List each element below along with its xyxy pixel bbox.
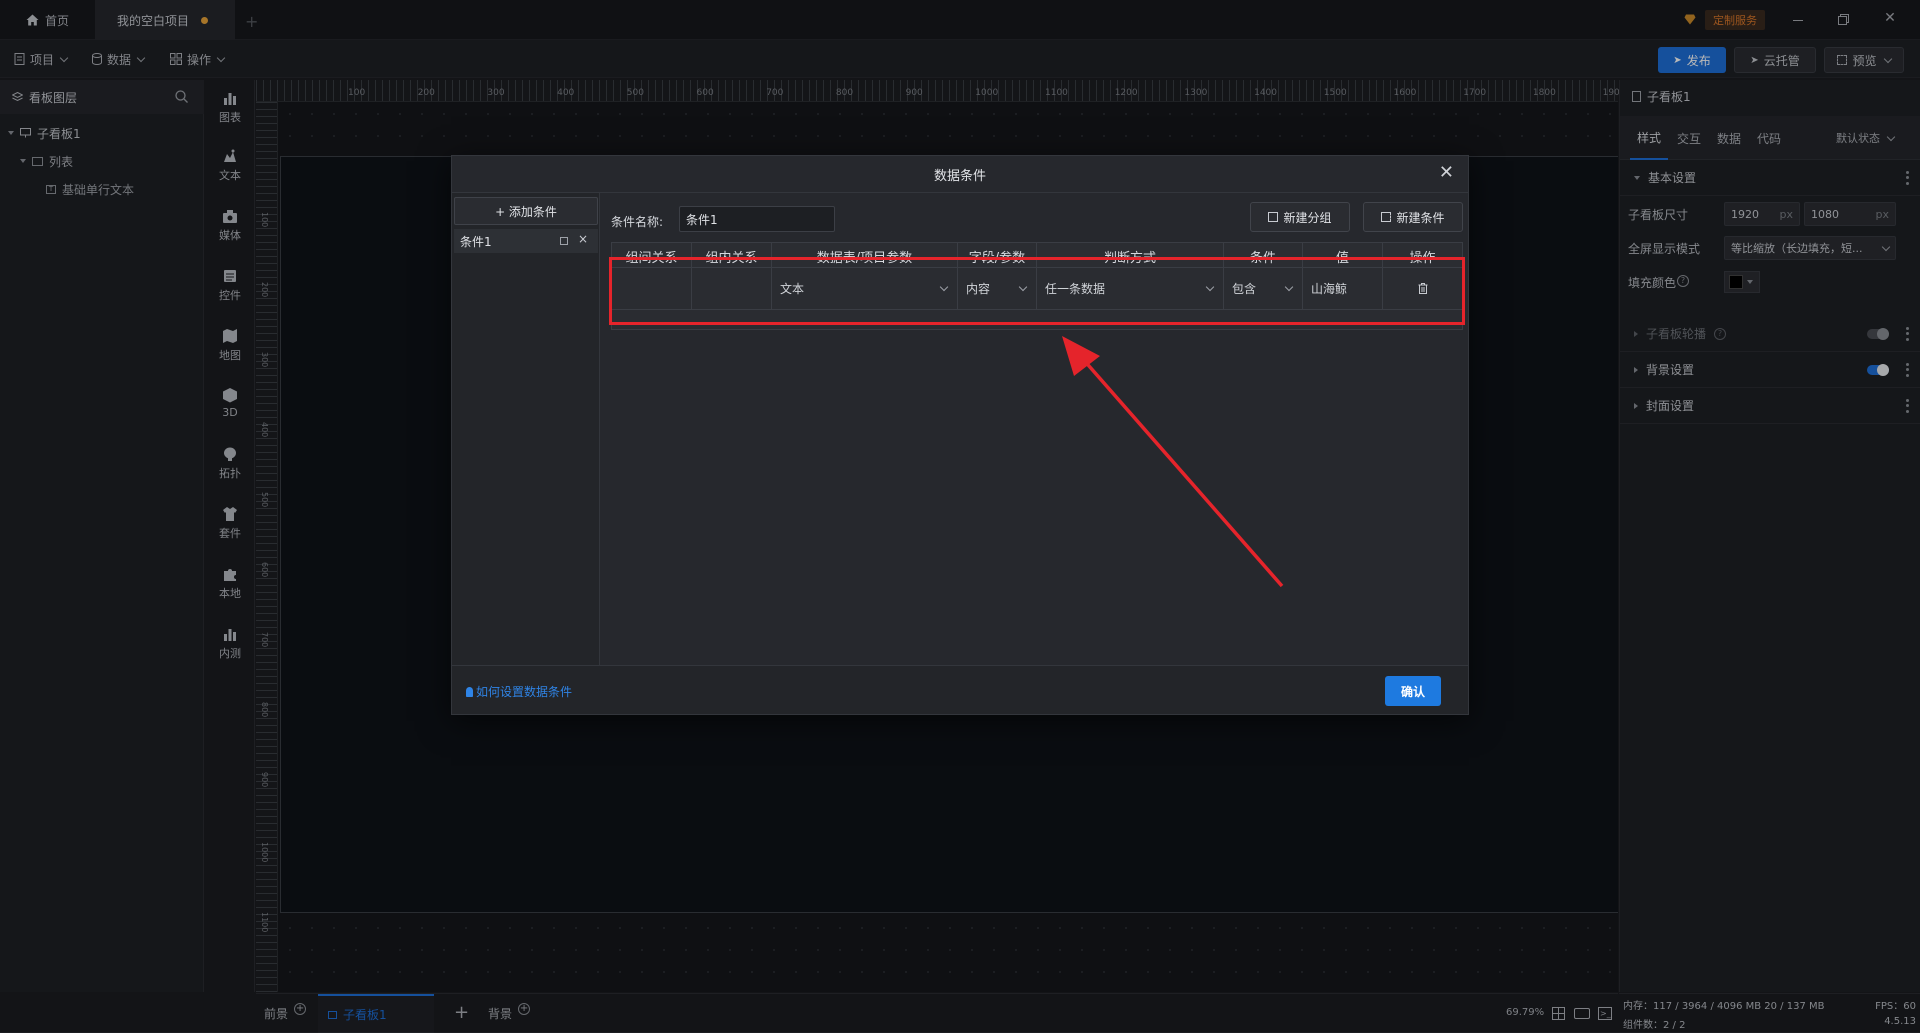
dialog-footer: 如何设置数据条件 确认: [452, 665, 1468, 714]
copy-icon[interactable]: [560, 237, 568, 245]
new-condition-label: 新建条件: [1396, 210, 1445, 225]
add-condition-button[interactable]: + 添加条件: [454, 197, 598, 225]
new-group-button[interactable]: 新建分组: [1250, 202, 1350, 232]
condition-item-label: 条件1: [460, 234, 492, 249]
data-condition-dialog: 数据条件 ✕ + 添加条件 条件1 × 条件名称: 条件1 新建分组 新建条件 …: [451, 155, 1469, 715]
annotation-arrow: [1062, 336, 1284, 588]
new-condition-icon: [1381, 212, 1392, 222]
condition-item[interactable]: 条件1 ×: [454, 229, 598, 253]
help-link[interactable]: 如何设置数据条件: [466, 683, 572, 700]
lightbulb-icon: [466, 686, 473, 697]
close-icon[interactable]: ✕: [1439, 162, 1454, 183]
confirm-button[interactable]: 确认: [1385, 676, 1441, 706]
condition-name-value: 条件1: [686, 212, 718, 227]
new-condition-button[interactable]: 新建条件: [1363, 202, 1463, 232]
highlight-box: [609, 257, 1465, 325]
help-link-label: 如何设置数据条件: [476, 685, 573, 699]
delete-condition-icon[interactable]: ×: [578, 232, 588, 246]
condition-editor: 条件名称: 条件1 新建分组 新建条件 组间关系 组内关系 数据表/项目参数 字…: [601, 193, 1468, 677]
dialog-title: 数据条件: [933, 168, 986, 184]
condition-name-input[interactable]: 条件1: [679, 206, 835, 232]
condition-list-panel: + 添加条件 条件1 ×: [452, 193, 600, 677]
dialog-header: 数据条件 ✕: [452, 156, 1468, 193]
new-group-icon: [1268, 212, 1279, 222]
condition-name-label: 条件名称:: [611, 215, 664, 229]
new-group-label: 新建分组: [1283, 210, 1332, 225]
